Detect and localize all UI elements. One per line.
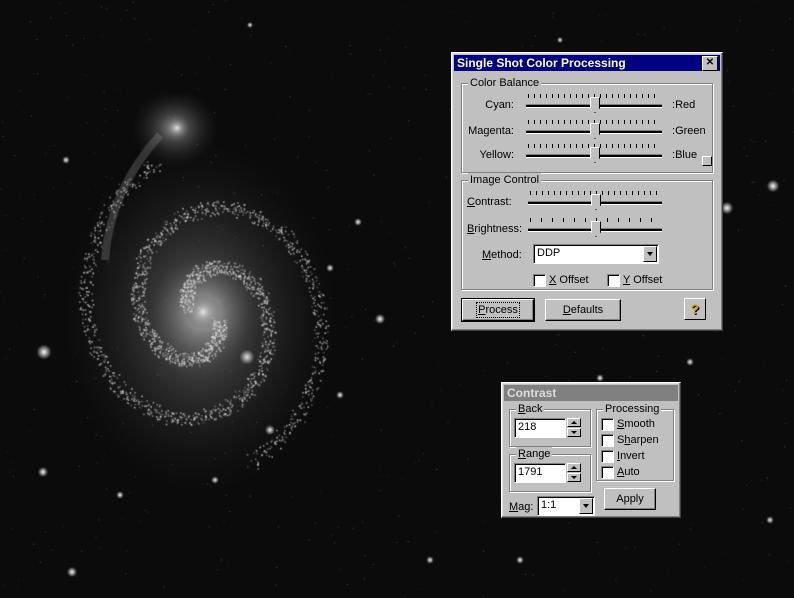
invert-checkbox[interactable]	[601, 450, 614, 463]
dialog-title: Single Shot Color Processing	[457, 56, 626, 70]
image-control-group: Image Control Contrast: Brightness: Meth…	[461, 173, 713, 290]
method-select[interactable]: DDP	[533, 244, 659, 264]
brightness-label: Brightness:	[467, 223, 523, 235]
apply-button[interactable]: Apply	[604, 488, 656, 510]
defaults-button[interactable]: Defaults	[545, 299, 621, 321]
invert-label: Invert	[617, 450, 645, 462]
back-input[interactable]: 218	[514, 418, 566, 438]
range-input[interactable]: 1791	[514, 463, 566, 483]
green-label: :Green	[672, 125, 706, 137]
sharpen-label: Sharpen	[617, 434, 659, 446]
range-group: Range 1791	[509, 447, 591, 492]
color-balance-label: Color Balance	[468, 76, 542, 90]
magenta-green-slider[interactable]	[526, 120, 662, 139]
smooth-label: Smooth	[617, 418, 655, 430]
spin-up-icon[interactable]	[567, 463, 581, 472]
cyan-label: Cyan:	[485, 99, 514, 111]
range-label: Range	[516, 447, 553, 461]
sharpen-checkbox[interactable]	[601, 434, 614, 447]
method-label: Method:	[482, 249, 522, 261]
spin-down-icon[interactable]	[567, 473, 581, 482]
back-group: Back 218	[509, 402, 591, 447]
help-icon[interactable]: ?	[684, 298, 706, 320]
mag-select[interactable]: 1:1	[537, 496, 595, 516]
x-offset-label: X Offset	[549, 274, 589, 286]
red-label: :Red	[672, 99, 696, 111]
contrast-dialog: Contrast Back 218 Range 1791 Processing …	[501, 382, 681, 518]
y-offset-label: Y Offset	[623, 274, 663, 286]
process-label: Process	[476, 302, 520, 318]
back-value: 218	[518, 421, 537, 433]
brightness-slider[interactable]	[528, 218, 662, 237]
blue-label: :Blue	[672, 149, 698, 161]
back-label: Back	[516, 402, 545, 416]
cyan-red-slider[interactable]	[526, 94, 662, 113]
chevron-down-icon[interactable]	[643, 246, 657, 262]
process-button[interactable]: Process	[461, 298, 535, 322]
auto-checkbox[interactable]	[601, 466, 614, 479]
defaults-label: Defaults	[562, 304, 604, 316]
x-offset-checkbox[interactable]	[533, 274, 546, 287]
mag-label: Mag:	[509, 501, 534, 513]
color-processing-dialog: Single Shot Color Processing ✕ Color Bal…	[451, 52, 723, 331]
magenta-label: Magenta:	[468, 125, 514, 137]
auto-label: Auto	[617, 466, 640, 478]
method-value: DDP	[537, 247, 561, 259]
image-control-label: Image Control	[468, 173, 542, 187]
close-icon[interactable]: ✕	[702, 56, 718, 71]
yellow-label: Yellow:	[479, 149, 514, 161]
range-spinner[interactable]	[567, 463, 581, 483]
processing-label: Processing	[603, 402, 662, 416]
y-offset-checkbox[interactable]	[607, 274, 620, 287]
smooth-checkbox[interactable]	[601, 418, 614, 431]
apply-label: Apply	[616, 493, 644, 505]
size-grip[interactable]	[702, 156, 712, 166]
color-balance-group: Color Balance Cyan: :Red Magenta: :Green…	[461, 76, 713, 173]
mag-value: 1:1	[541, 499, 557, 511]
contrast-title: Contrast	[507, 386, 557, 400]
yellow-blue-slider[interactable]	[526, 144, 662, 163]
processing-group: Processing Smooth Sharpen Invert Auto	[596, 402, 674, 481]
spin-down-icon[interactable]	[567, 428, 581, 437]
back-spinner[interactable]	[567, 418, 581, 438]
chevron-down-icon[interactable]	[579, 498, 593, 514]
contrast-slider[interactable]	[528, 191, 662, 210]
spin-up-icon[interactable]	[567, 418, 581, 427]
contrast-label: Contrast:	[467, 196, 512, 208]
contrast-titlebar[interactable]: Contrast	[504, 385, 678, 401]
range-value: 1791	[518, 466, 543, 478]
dialog-titlebar[interactable]: Single Shot Color Processing ✕	[454, 55, 720, 71]
